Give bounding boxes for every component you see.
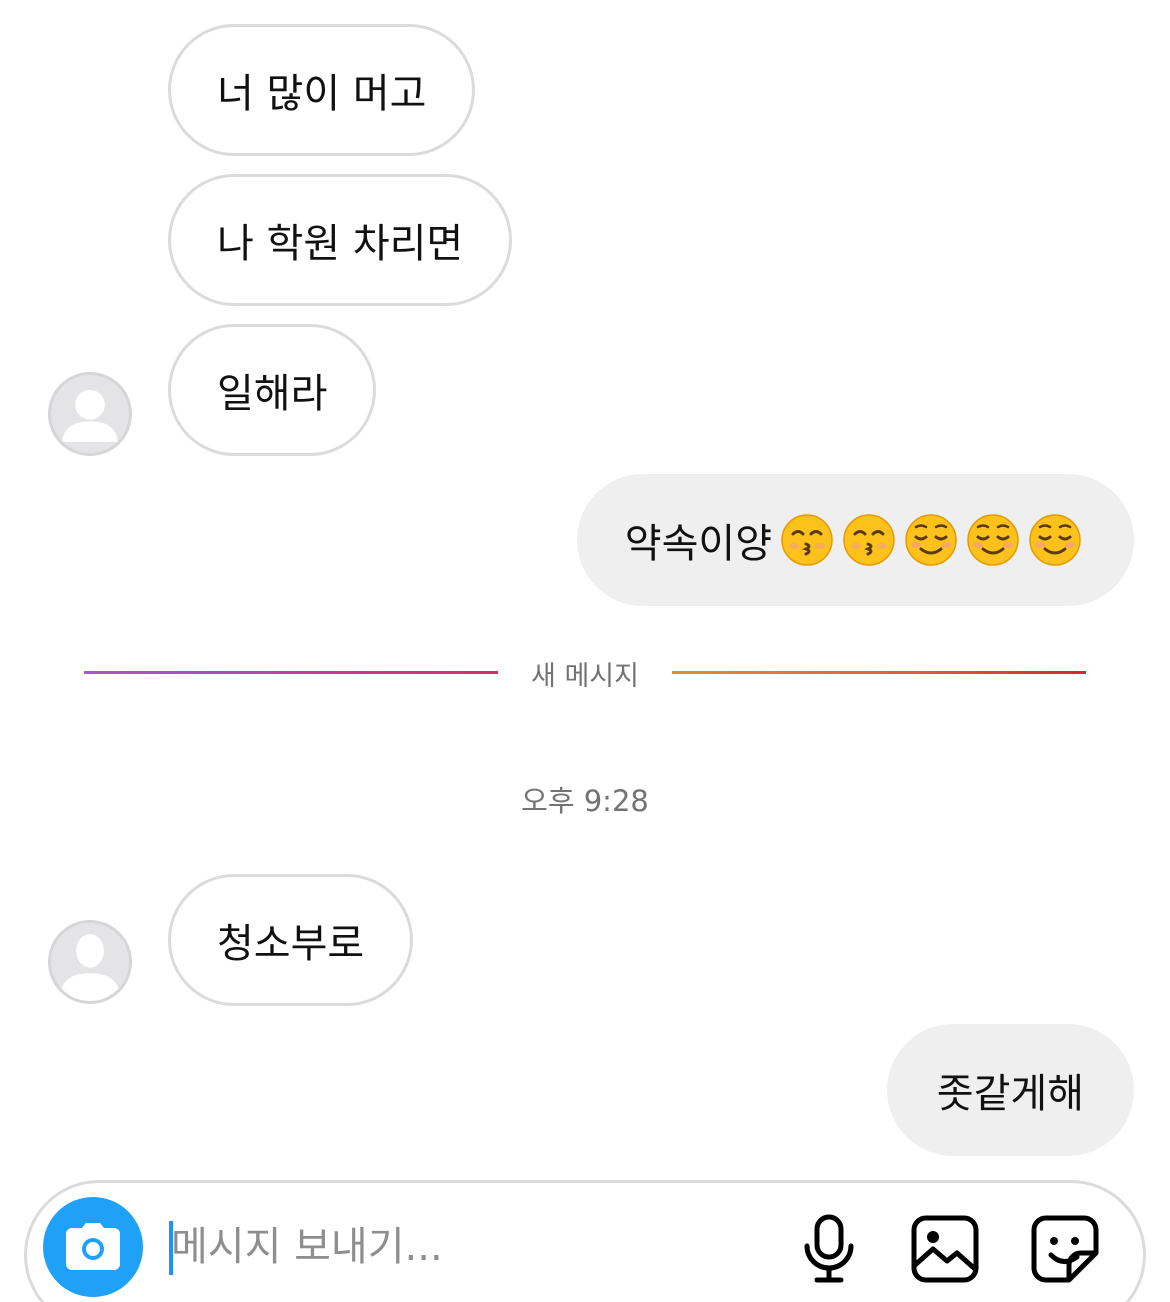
divider-line	[84, 671, 498, 674]
kissing-face-icon	[780, 513, 834, 567]
message-text: 청소부로	[217, 921, 365, 967]
incoming-message[interactable]: 너 많이 머고	[168, 24, 476, 156]
message-input[interactable]	[171, 1209, 771, 1285]
message-text: 너 많이 머고	[217, 71, 427, 117]
camera-button[interactable]	[43, 1197, 143, 1297]
kissing-face-icon	[842, 513, 896, 567]
message-text: 좃같게해	[936, 1071, 1084, 1117]
smiling-face-icon	[966, 513, 1020, 567]
camera-icon	[66, 1223, 120, 1270]
smiling-face-icon	[1028, 513, 1082, 567]
sticker-button[interactable]	[1027, 1211, 1103, 1287]
new-messages-divider: 새 메시지	[0, 648, 1170, 698]
contact-avatar[interactable]	[48, 920, 132, 1004]
microphone-icon	[804, 1214, 854, 1283]
smiling-face-icon	[904, 513, 958, 567]
divider-label: 새 메시지	[531, 661, 639, 692]
microphone-button[interactable]	[791, 1211, 867, 1287]
incoming-message[interactable]: 청소부로	[168, 874, 414, 1006]
divider-line	[672, 671, 1086, 674]
sticker-icon	[1031, 1215, 1099, 1283]
chat-screen: 너 많이 머고 나 학원 차리면 일해라 약속이양 새 메시지 오후 9:28 …	[0, 0, 1170, 1302]
message-timestamp: 오후 9:28	[521, 784, 649, 818]
outgoing-message[interactable]: 좃같게해	[886, 1024, 1134, 1156]
incoming-message[interactable]: 일해라	[168, 324, 377, 456]
gallery-button[interactable]	[907, 1211, 983, 1287]
image-icon	[911, 1215, 979, 1283]
contact-avatar[interactable]	[48, 372, 132, 456]
message-text: 일해라	[217, 371, 328, 417]
message-text: 나 학원 차리면	[217, 221, 464, 267]
message-composer	[24, 1180, 1146, 1302]
incoming-message[interactable]: 나 학원 차리면	[168, 174, 513, 306]
message-text: 약속이양	[624, 521, 772, 567]
outgoing-message[interactable]: 약속이양	[576, 474, 1134, 606]
